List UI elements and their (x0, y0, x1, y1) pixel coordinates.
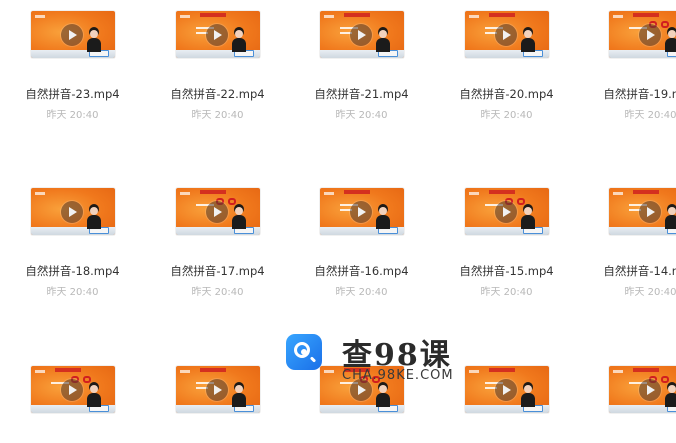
file-name[interactable]: 自然拼音-15.mp4 (434, 263, 579, 279)
play-icon[interactable] (638, 201, 661, 223)
file-name[interactable]: 自然拼音-23.mp4 (0, 86, 145, 102)
video-thumbnail[interactable] (608, 366, 676, 413)
file-modified-time: 昨天 20:40 (335, 287, 388, 298)
video-thumbnail[interactable] (464, 188, 549, 235)
play-icon[interactable] (349, 24, 372, 46)
file-modified-time: 昨天 20:40 (624, 110, 676, 121)
play-icon[interactable] (638, 379, 661, 401)
play-icon[interactable] (205, 201, 228, 223)
video-thumbnail[interactable] (319, 188, 404, 235)
play-icon[interactable] (494, 24, 517, 46)
play-icon[interactable] (60, 379, 83, 401)
watermark: 查98课 CHA.98KE.COM (286, 330, 462, 384)
play-icon[interactable] (349, 201, 372, 223)
play-icon[interactable] (205, 379, 228, 401)
video-thumbnail[interactable] (30, 366, 115, 413)
file-modified-time: 昨天 20:40 (480, 110, 533, 121)
play-icon[interactable] (494, 379, 517, 401)
file-name[interactable]: 自然拼音-17.mp4 (145, 263, 290, 279)
video-thumbnail[interactable] (608, 11, 676, 58)
video-thumbnail[interactable] (175, 366, 260, 413)
file-modified-time: 昨天 20:40 (191, 287, 244, 298)
video-thumbnail[interactable] (30, 11, 115, 58)
video-thumbnail[interactable] (30, 188, 115, 235)
video-thumbnail[interactable] (464, 11, 549, 58)
video-thumbnail[interactable] (319, 11, 404, 58)
play-icon[interactable] (205, 24, 228, 46)
file-modified-time: 昨天 20:40 (46, 110, 99, 121)
file-modified-time: 昨天 20:40 (480, 287, 533, 298)
file-modified-time: 昨天 20:40 (335, 110, 388, 121)
file-name[interactable]: 自然拼音-21.mp4 (289, 86, 434, 102)
magnifier-icon (286, 334, 322, 370)
play-icon[interactable] (60, 201, 83, 223)
file-name[interactable]: 自然拼音-19.mp4 (578, 86, 676, 102)
file-name[interactable]: 自然拼音-20.mp4 (434, 86, 579, 102)
play-icon[interactable] (60, 24, 83, 46)
play-icon[interactable] (638, 24, 661, 46)
file-modified-time: 昨天 20:40 (624, 287, 676, 298)
play-icon[interactable] (494, 201, 517, 223)
file-name[interactable]: 自然拼音-18.mp4 (0, 263, 145, 279)
file-name[interactable]: 自然拼音-14.mp4 (578, 263, 676, 279)
file-name[interactable]: 自然拼音-16.mp4 (289, 263, 434, 279)
video-thumbnail[interactable] (175, 11, 260, 58)
file-modified-time: 昨天 20:40 (46, 287, 99, 298)
file-name[interactable]: 自然拼音-22.mp4 (145, 86, 290, 102)
file-modified-time: 昨天 20:40 (191, 110, 244, 121)
video-thumbnail[interactable] (175, 188, 260, 235)
video-thumbnail[interactable] (608, 188, 676, 235)
watermark-url: CHA.98KE.COM (342, 368, 454, 383)
video-thumbnail[interactable] (464, 366, 549, 413)
